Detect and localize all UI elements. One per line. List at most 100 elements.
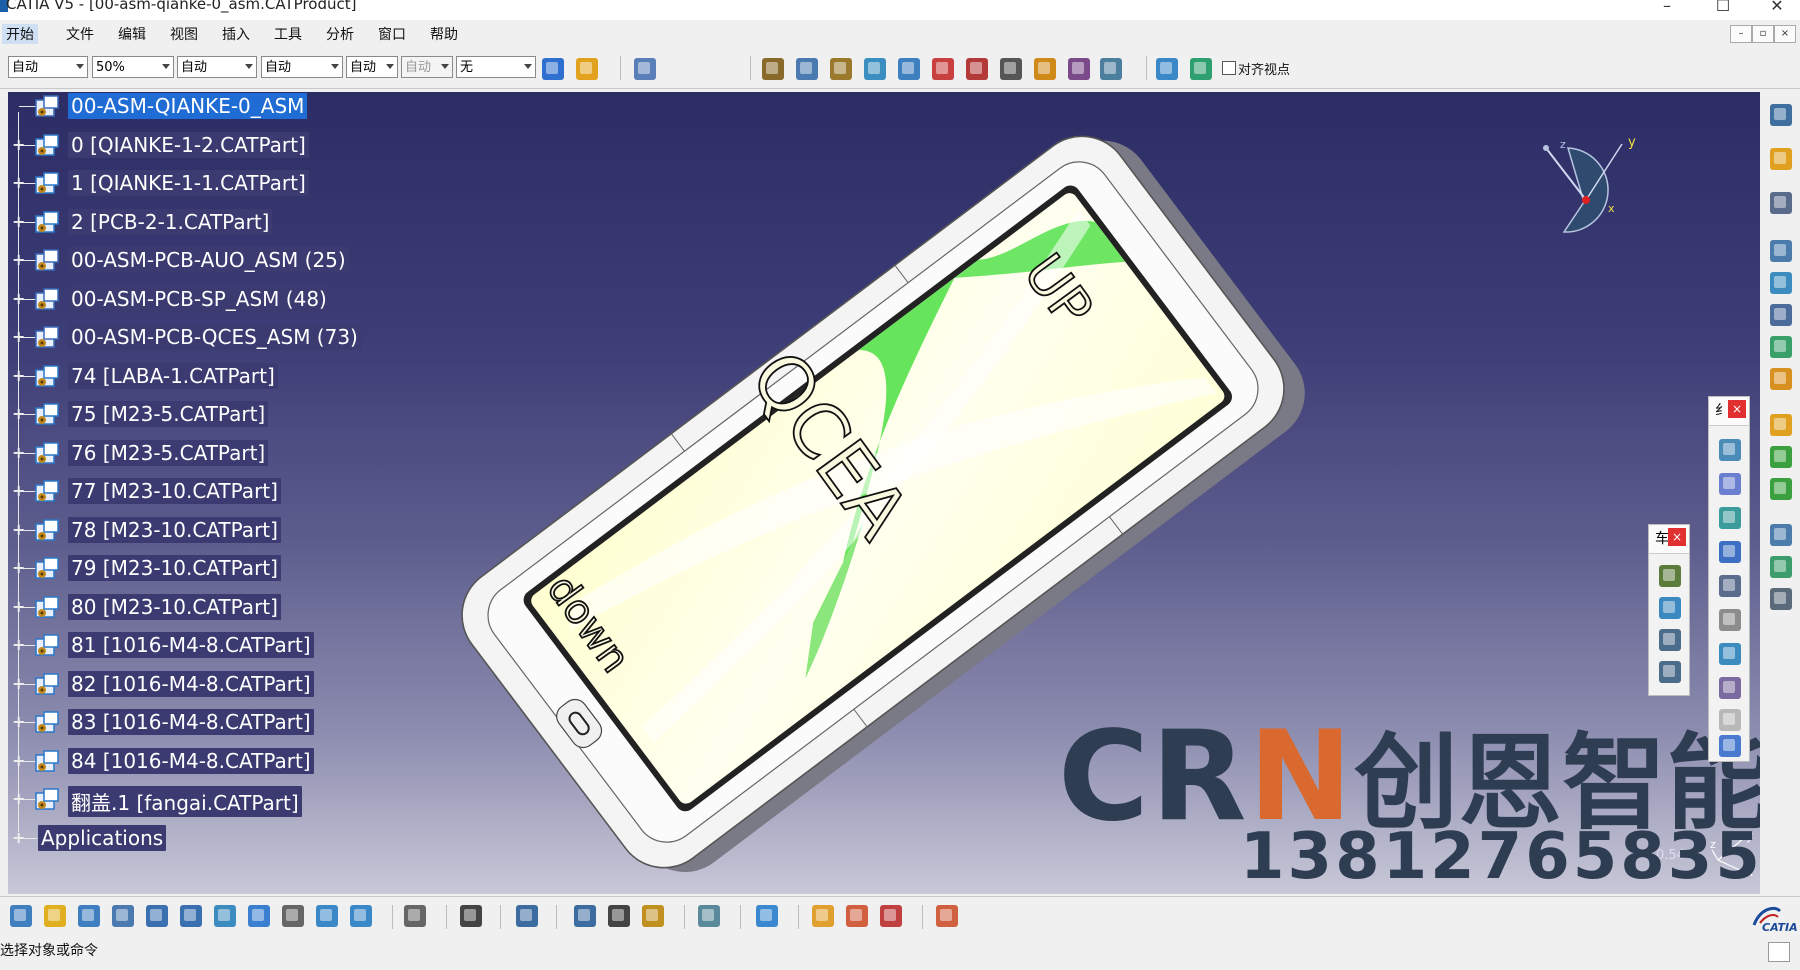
line-type-combo[interactable]: 自动 xyxy=(261,56,343,78)
expand-icon[interactable]: + xyxy=(12,598,26,614)
minimize-button[interactable]: – xyxy=(1652,0,1682,15)
quick-constraint-icon[interactable] xyxy=(1719,643,1741,665)
render-icon[interactable] xyxy=(812,905,834,927)
tree-node[interactable]: +82 [1016-M4-8.CATPart] xyxy=(12,670,432,700)
multi-instantiation-icon[interactable] xyxy=(1068,58,1090,80)
expand-icon[interactable]: + xyxy=(12,791,26,807)
close-button[interactable]: ✕ xyxy=(1762,0,1792,15)
update-icon[interactable] xyxy=(1770,192,1792,214)
capture-icon[interactable] xyxy=(460,905,482,927)
contact-constraint-icon[interactable] xyxy=(1719,473,1741,495)
fast-multi-instantiation-icon[interactable] xyxy=(1100,58,1122,80)
hide-show-icon[interactable] xyxy=(316,905,338,927)
expand-icon[interactable]: + xyxy=(12,213,26,229)
tree-node[interactable]: +00-ASM-PCB-QCES_ASM (73) xyxy=(12,323,432,353)
expand-icon[interactable]: + xyxy=(12,521,26,537)
format-painter-icon[interactable] xyxy=(542,58,564,80)
catalog-icon[interactable] xyxy=(1770,524,1792,546)
manage-representations-icon[interactable] xyxy=(1034,58,1056,80)
tree-node[interactable]: +84 [1016-M4-8.CATPart] xyxy=(12,747,432,777)
tree-node[interactable]: + 翻盖.1 [fangai.CATPart] xyxy=(12,785,432,817)
tree-node[interactable]: +77 [M23-10.CATPart] xyxy=(12,477,432,507)
zoom-in-icon[interactable] xyxy=(146,905,168,927)
measure-between-icon[interactable] xyxy=(574,905,596,927)
mdi-restore-button[interactable]: ▫ xyxy=(1752,25,1774,43)
menu-window[interactable]: 窗口 xyxy=(374,24,410,44)
tree-node[interactable]: +1 [QIANKE-1-1.CATPart] xyxy=(12,169,432,199)
texture-icon[interactable] xyxy=(880,905,902,927)
tree-node-label[interactable]: 00-ASM-PCB-AUO_ASM (25) xyxy=(68,247,349,273)
existing-component-icon[interactable] xyxy=(864,58,886,80)
tree-node-label[interactable]: 00-ASM-PCB-SP_ASM (48) xyxy=(68,285,330,312)
measure-icon[interactable] xyxy=(1770,336,1792,358)
expand-icon[interactable]: + xyxy=(12,829,26,845)
isometric-view-icon[interactable] xyxy=(248,905,270,927)
workbench-icon[interactable] xyxy=(1770,104,1792,126)
tree-node[interactable]: + Applications xyxy=(12,824,432,854)
mdi-close-button[interactable]: × xyxy=(1774,25,1796,43)
menu-view[interactable]: 视图 xyxy=(166,24,202,44)
grid-icon[interactable] xyxy=(936,905,958,927)
manipulate-icon[interactable] xyxy=(1659,565,1681,587)
tree-node-label[interactable]: 83 [1016-M4-8.CATPart] xyxy=(68,709,314,735)
tree-node[interactable]: +00-ASM-PCB-SP_ASM (48) xyxy=(12,285,432,315)
expand-icon[interactable]: + xyxy=(12,252,26,268)
tree-node-label[interactable]: 74 [LABA-1.CATPart] xyxy=(68,362,278,389)
measure-inertia-icon[interactable] xyxy=(642,905,664,927)
view-mode-icon[interactable] xyxy=(282,905,304,927)
expand-icon[interactable]: + xyxy=(12,290,26,306)
new-part-icon[interactable] xyxy=(830,58,852,80)
mdi-minimize-button[interactable]: – xyxy=(1730,25,1752,43)
clash-icon[interactable] xyxy=(1770,304,1792,326)
color-combo[interactable]: 自动 xyxy=(8,56,88,78)
floating-toolbar-assembly-constraints[interactable]: 纟 × xyxy=(1708,396,1750,762)
tree-node[interactable]: +2 [PCB-2-1.CATPart] xyxy=(12,208,432,238)
tree-node-label[interactable]: 76 [M23-5.CATPart] xyxy=(68,439,269,466)
menu-edit[interactable]: 编辑 xyxy=(114,24,150,44)
point-symbol-combo[interactable]: 自动 xyxy=(346,56,398,78)
fix-component-icon[interactable] xyxy=(1719,575,1741,597)
publication-icon[interactable] xyxy=(1770,478,1792,500)
flexible-subassembly-icon[interactable] xyxy=(1719,677,1741,699)
tree-node[interactable]: 00-ASM-QIANKE-0_ASM xyxy=(12,92,432,122)
tree-node-label[interactable]: 81 [1016-M4-8.CATPart] xyxy=(68,632,314,658)
3d-viewport[interactable]: UP QCEA down y z x y x z 0.544 CRN创恩智能 1… xyxy=(8,92,1760,894)
expand-icon[interactable]: + xyxy=(12,675,26,691)
apply-material-icon[interactable] xyxy=(756,905,778,927)
expand-icon[interactable]: + xyxy=(12,560,26,576)
tree-node-label[interactable]: 84 [1016-M4-8.CATPart] xyxy=(68,747,314,774)
tree-node-label[interactable]: 75 [M23-5.CATPart] xyxy=(68,401,269,427)
shading-icon[interactable] xyxy=(846,905,868,927)
tree-node-label[interactable]: 78 [M23-10.CATPart] xyxy=(68,516,281,543)
menu-start[interactable]: 开始 xyxy=(2,24,38,44)
maximize-button[interactable]: ☐ xyxy=(1708,0,1738,15)
change-constraint-icon[interactable] xyxy=(1719,709,1741,731)
expand-icon[interactable]: + xyxy=(12,444,26,460)
close-icon[interactable]: × xyxy=(1668,528,1686,546)
tree-node-label[interactable]: 2 [PCB-2-1.CATPart] xyxy=(68,208,273,235)
coincidence-constraint-icon[interactable] xyxy=(1719,439,1741,461)
menu-analysis[interactable]: 分析 xyxy=(322,24,358,44)
tree-node[interactable]: +80 [M23-10.CATPart] xyxy=(12,593,432,623)
fit-all-in-icon[interactable] xyxy=(44,905,66,927)
measure-item-icon[interactable] xyxy=(608,905,630,927)
compass-widget[interactable]: y z x xyxy=(1528,132,1648,252)
angle-constraint-icon[interactable] xyxy=(1719,541,1741,563)
tree-node[interactable]: +76 [M23-5.CATPart] xyxy=(12,439,432,469)
scene-icon[interactable] xyxy=(1770,414,1792,436)
offset-constraint-icon[interactable] xyxy=(1719,507,1741,529)
new-component-icon[interactable] xyxy=(762,58,784,80)
tree-node[interactable]: +0 [QIANKE-1-2.CATPart] xyxy=(12,131,432,161)
expand-icon[interactable]: + xyxy=(12,637,26,653)
generate-numbering-icon[interactable] xyxy=(966,58,988,80)
expand-icon[interactable]: + xyxy=(12,752,26,768)
zoom-out-icon[interactable] xyxy=(180,905,202,927)
graph-tree-reorder-icon[interactable] xyxy=(932,58,954,80)
bill-of-material-icon[interactable] xyxy=(1770,556,1792,578)
menu-insert[interactable]: 插入 xyxy=(218,24,254,44)
layer-combo[interactable]: 无 xyxy=(456,56,536,78)
expand-icon[interactable]: + xyxy=(12,329,26,345)
annotation-icon[interactable] xyxy=(1770,368,1792,390)
tree-node[interactable]: +83 [1016-M4-8.CATPart] xyxy=(12,708,432,738)
sectioning-icon[interactable] xyxy=(1770,272,1792,294)
